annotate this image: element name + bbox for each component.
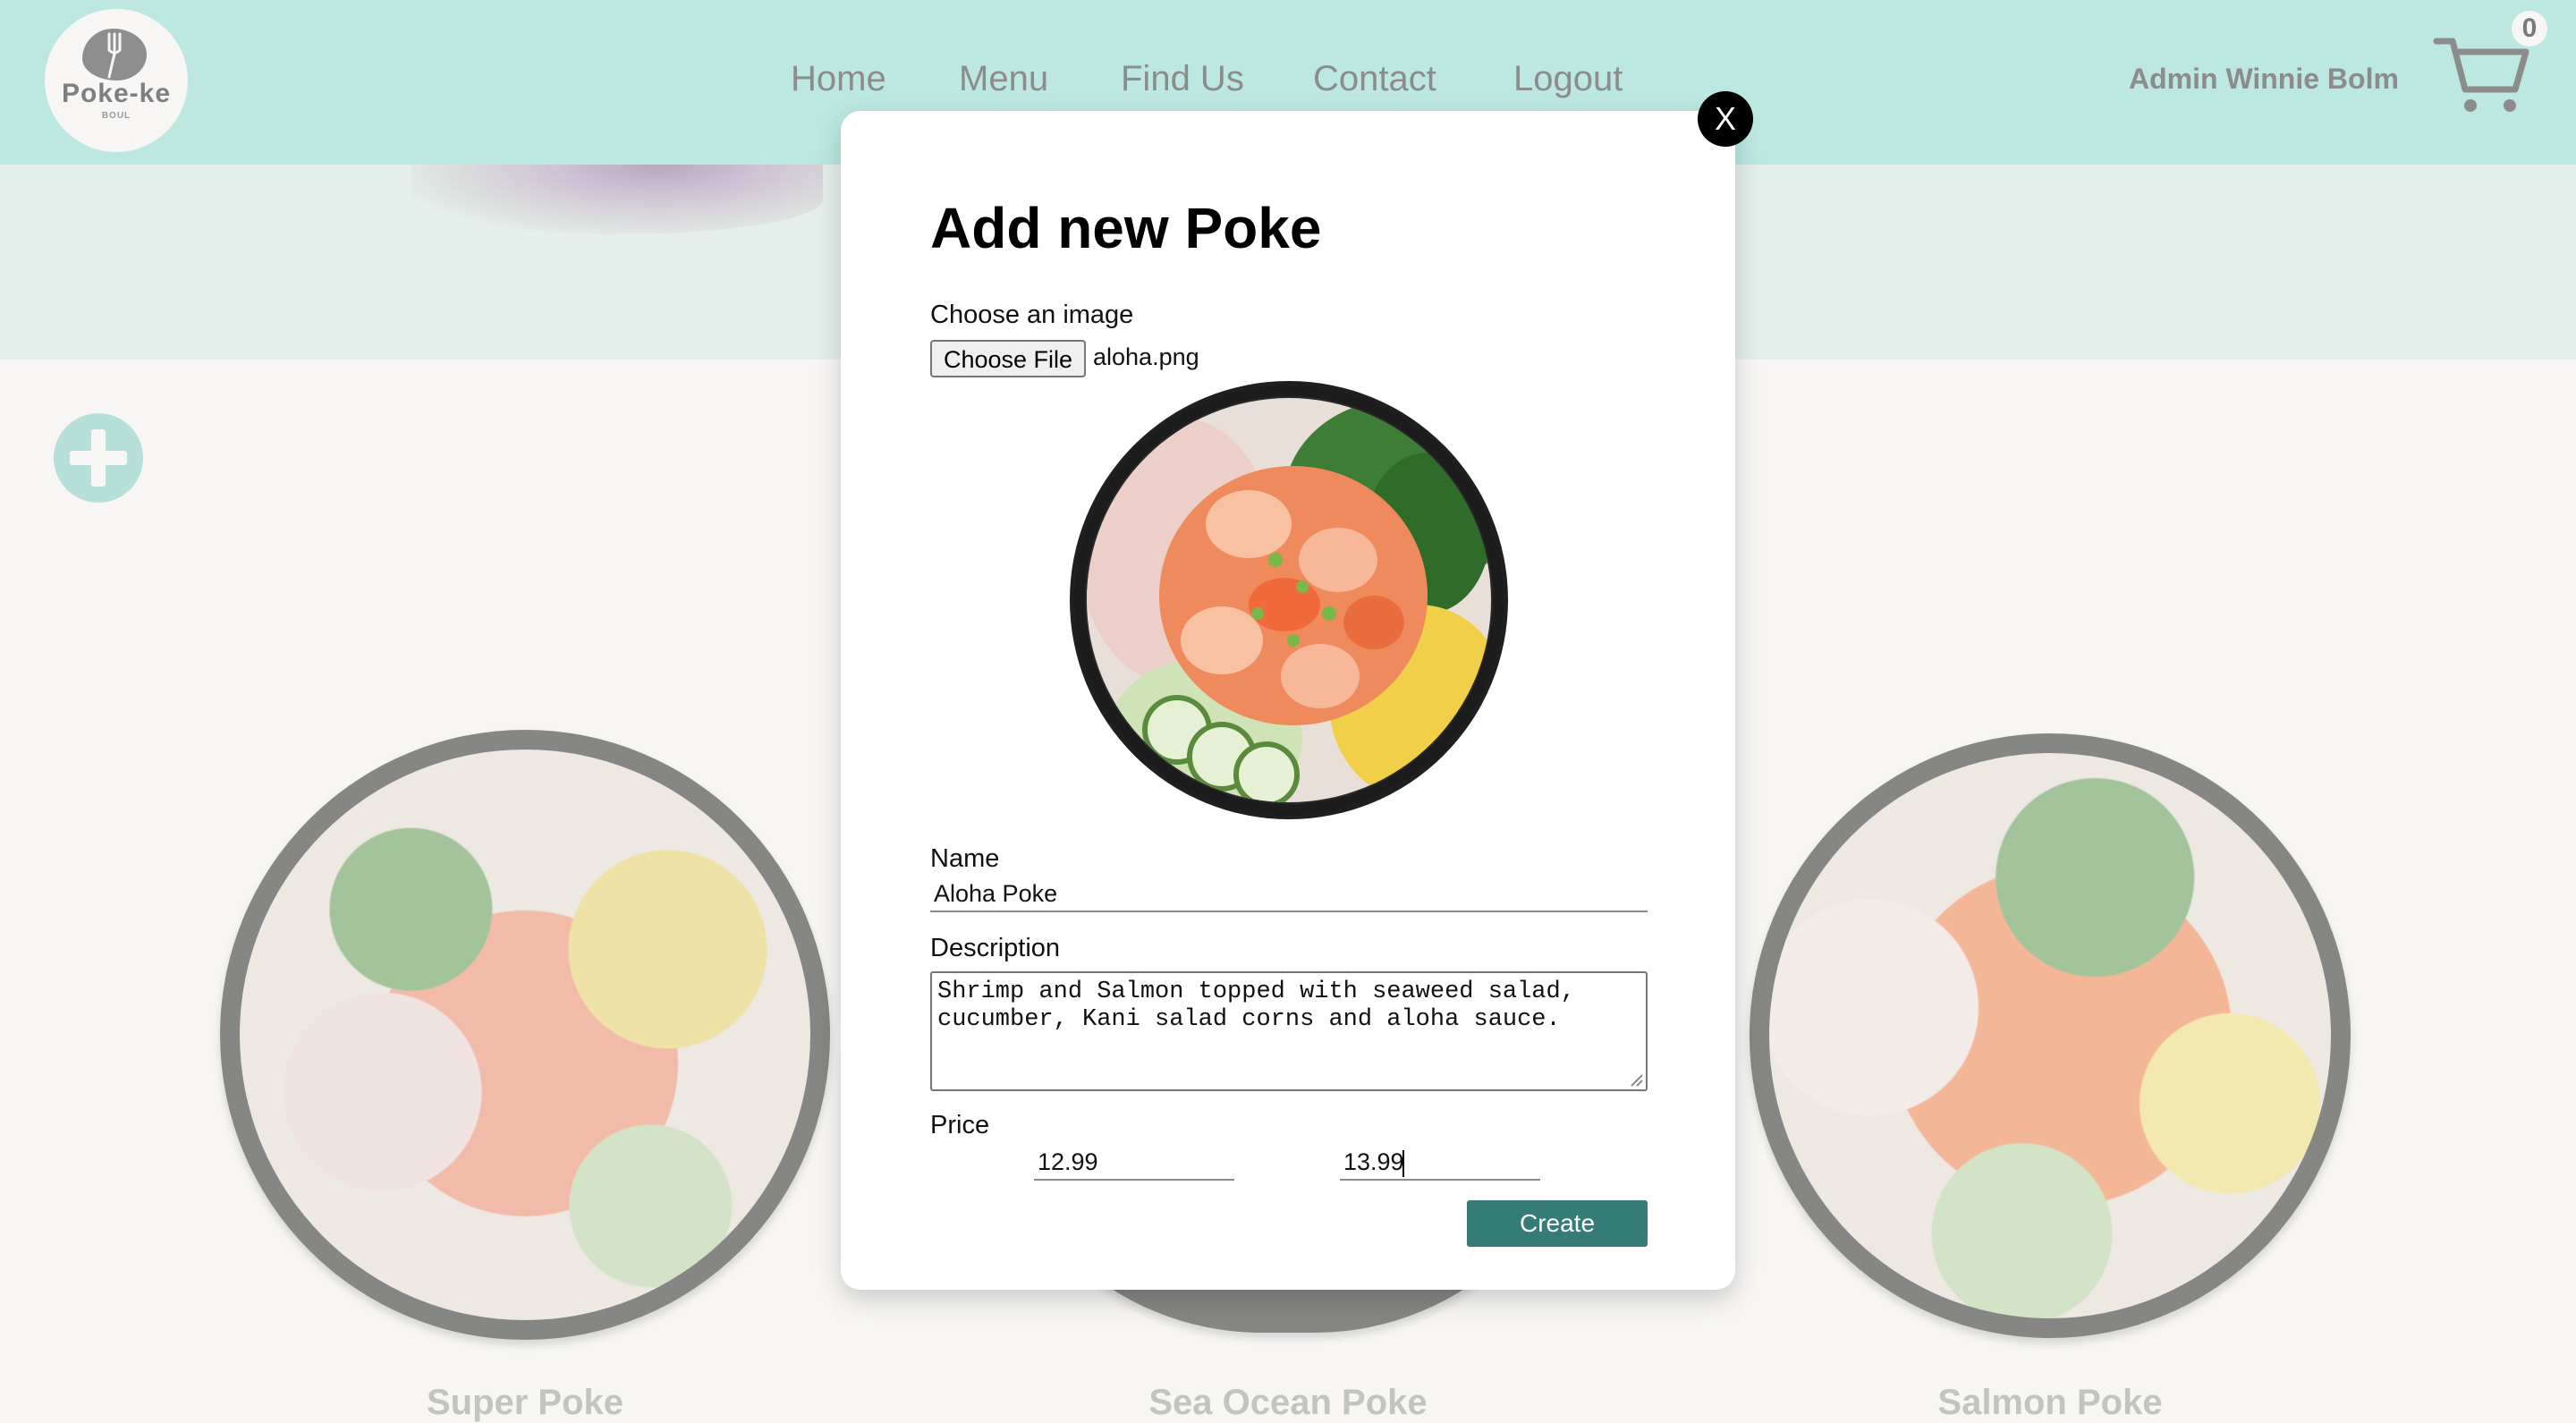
image-label: Choose an image xyxy=(930,301,1134,329)
price-input-1[interactable] xyxy=(1034,1145,1234,1181)
cart-count-badge: 0 xyxy=(2512,11,2547,47)
nav-find-us[interactable]: Find Us xyxy=(1121,59,1244,99)
price-input-2[interactable] xyxy=(1340,1145,1540,1181)
description-label: Description xyxy=(930,934,1061,962)
plus-icon-bar xyxy=(70,451,127,465)
close-button[interactable]: X xyxy=(1698,91,1753,147)
logo-text: Poke-ke xyxy=(61,79,172,108)
fork-icon xyxy=(107,32,122,79)
banner-image xyxy=(411,165,823,234)
name-input[interactable] xyxy=(930,877,1648,912)
logo[interactable]: Poke-ke BOUL xyxy=(45,9,188,152)
bowl-contents xyxy=(1769,753,2331,1318)
image-preview xyxy=(1070,381,1508,819)
file-name: aloha.png xyxy=(1093,343,1199,370)
choose-file-button[interactable]: Choose File xyxy=(930,340,1086,377)
bowl-image xyxy=(220,730,830,1340)
modal-title: Add new Poke xyxy=(930,196,1322,260)
nav-logout[interactable]: Logout xyxy=(1513,59,1623,99)
poke-bowl-image xyxy=(1074,385,1504,815)
bowl-image xyxy=(1750,733,2351,1338)
menu-card-name: Salmon Poke xyxy=(1937,1383,2163,1422)
menu-card-name: Super Poke xyxy=(426,1383,624,1422)
add-item-button[interactable] xyxy=(54,413,143,503)
nav-contact[interactable]: Contact xyxy=(1313,59,1436,99)
description-textarea[interactable]: Shrimp and Salmon topped with seaweed sa… xyxy=(930,971,1648,1091)
nav-menu[interactable]: Menu xyxy=(959,59,1048,99)
nav-home[interactable]: Home xyxy=(791,59,886,99)
price-label: Price xyxy=(930,1111,990,1139)
resize-handle-icon[interactable] xyxy=(1630,1073,1644,1088)
create-button[interactable]: Create xyxy=(1467,1200,1648,1247)
cart-icon[interactable] xyxy=(2433,32,2531,118)
logo-subtext: BOUL xyxy=(101,111,131,121)
admin-name: Admin Winnie Bolm xyxy=(2129,63,2399,95)
name-label: Name xyxy=(930,844,1000,873)
menu-card-name: Sea Ocean Poke xyxy=(1148,1383,1428,1422)
bowl-contents xyxy=(240,750,810,1320)
text-caret xyxy=(1402,1150,1404,1177)
